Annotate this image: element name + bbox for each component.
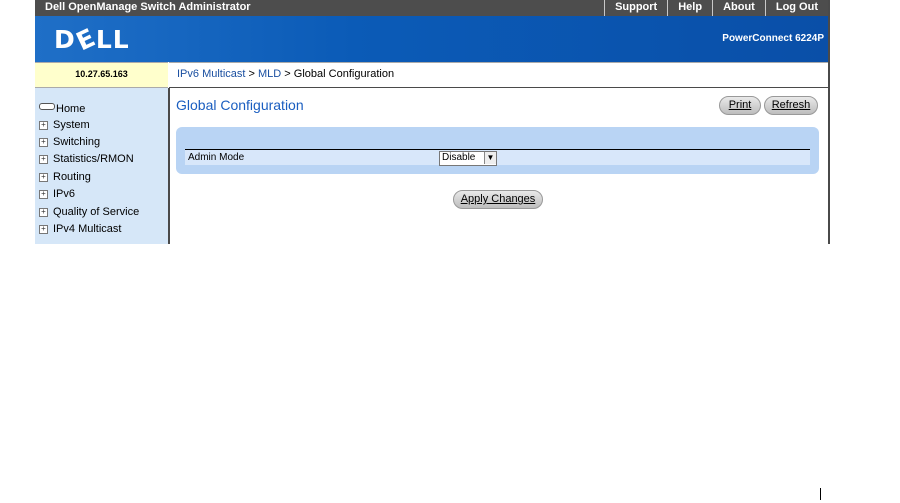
config-panel: Admin Mode Disable ▼ (176, 127, 819, 174)
breadcrumb-separator: > (281, 68, 294, 80)
browser-content: Dell OpenManage Switch Administrator Sup… (35, 0, 830, 244)
logout-link[interactable]: Log Out (764, 0, 828, 16)
page-title: Global Configuration (176, 97, 304, 113)
sidebar-item-home[interactable]: Home (39, 103, 85, 115)
sidebar-item-label: Routing (53, 171, 91, 183)
expand-icon[interactable]: + (39, 225, 48, 234)
expand-icon[interactable]: + (39, 121, 48, 130)
sidebar-item-qos[interactable]: + Quality of Service (39, 206, 139, 218)
support-link[interactable]: Support (604, 0, 667, 16)
dell-logo: DELL (54, 22, 130, 56)
ip-address: 10.27.65.163 (35, 62, 168, 88)
sidebar: Home + System + Switching + Statistics/RMON… (35, 88, 170, 244)
top-bar: Dell OpenManage Switch Administrator Sup… (35, 0, 828, 16)
about-link[interactable]: About (712, 0, 765, 16)
apply-changes-button[interactable]: Apply Changes (453, 190, 543, 209)
help-link[interactable]: Help (667, 0, 712, 16)
expand-icon[interactable]: + (39, 155, 48, 164)
product-name: PowerConnect 6224P (722, 33, 824, 44)
sidebar-item-label: Statistics/RMON (53, 153, 134, 165)
sidebar-item-routing[interactable]: + Routing (39, 171, 91, 183)
sidebar-item-system[interactable]: + System (39, 119, 90, 131)
sidebar-item-label: System (53, 119, 90, 131)
home-icon (39, 103, 55, 110)
admin-mode-label: Admin Mode (188, 152, 245, 163)
expand-icon[interactable]: + (39, 138, 48, 147)
sidebar-item-ipv6[interactable]: + IPv6 (39, 188, 75, 200)
chevron-down-icon[interactable]: ▼ (484, 152, 496, 164)
breadcrumb-current: Global Configuration (293, 68, 395, 80)
sidebar-item-label: Quality of Service (53, 206, 140, 218)
admin-mode-select[interactable]: Disable ▼ (439, 151, 497, 166)
page-margin-mark (820, 488, 821, 500)
expand-icon[interactable]: + (39, 190, 48, 199)
print-button[interactable]: Print (719, 96, 761, 115)
breadcrumb-mld[interactable]: MLD (258, 68, 281, 80)
sidebar-item-switching[interactable]: + Switching (39, 136, 100, 148)
app-title: Dell OpenManage Switch Administrator (45, 1, 251, 13)
breadcrumb-bar: IPv6 Multicast > MLD > Global Configurat… (169, 62, 828, 88)
admin-mode-row: Admin Mode Disable ▼ (185, 150, 810, 166)
admin-mode-value: Disable (442, 152, 476, 163)
breadcrumb-ipv6-multicast[interactable]: IPv6 Multicast (177, 68, 245, 80)
expand-icon[interactable]: + (39, 173, 48, 182)
top-nav: Support Help About Log Out (604, 0, 828, 16)
header-banner: DELL PowerConnect 6224P (35, 16, 828, 62)
expand-icon[interactable]: + (39, 208, 48, 217)
sidebar-item-label: IPv6 (53, 188, 76, 200)
sidebar-item-label: Switching (53, 136, 101, 148)
breadcrumb: IPv6 Multicast > MLD > Global Configurat… (177, 68, 394, 80)
refresh-button[interactable]: Refresh (764, 96, 818, 115)
sidebar-item-label: IPv4 Multicast (53, 223, 122, 235)
sidebar-item-label: Home (56, 103, 86, 115)
breadcrumb-separator: > (245, 68, 259, 80)
sidebar-item-statistics[interactable]: + Statistics/RMON (39, 153, 134, 165)
sidebar-item-ipv4-multicast[interactable]: + IPv4 Multicast (39, 223, 121, 235)
